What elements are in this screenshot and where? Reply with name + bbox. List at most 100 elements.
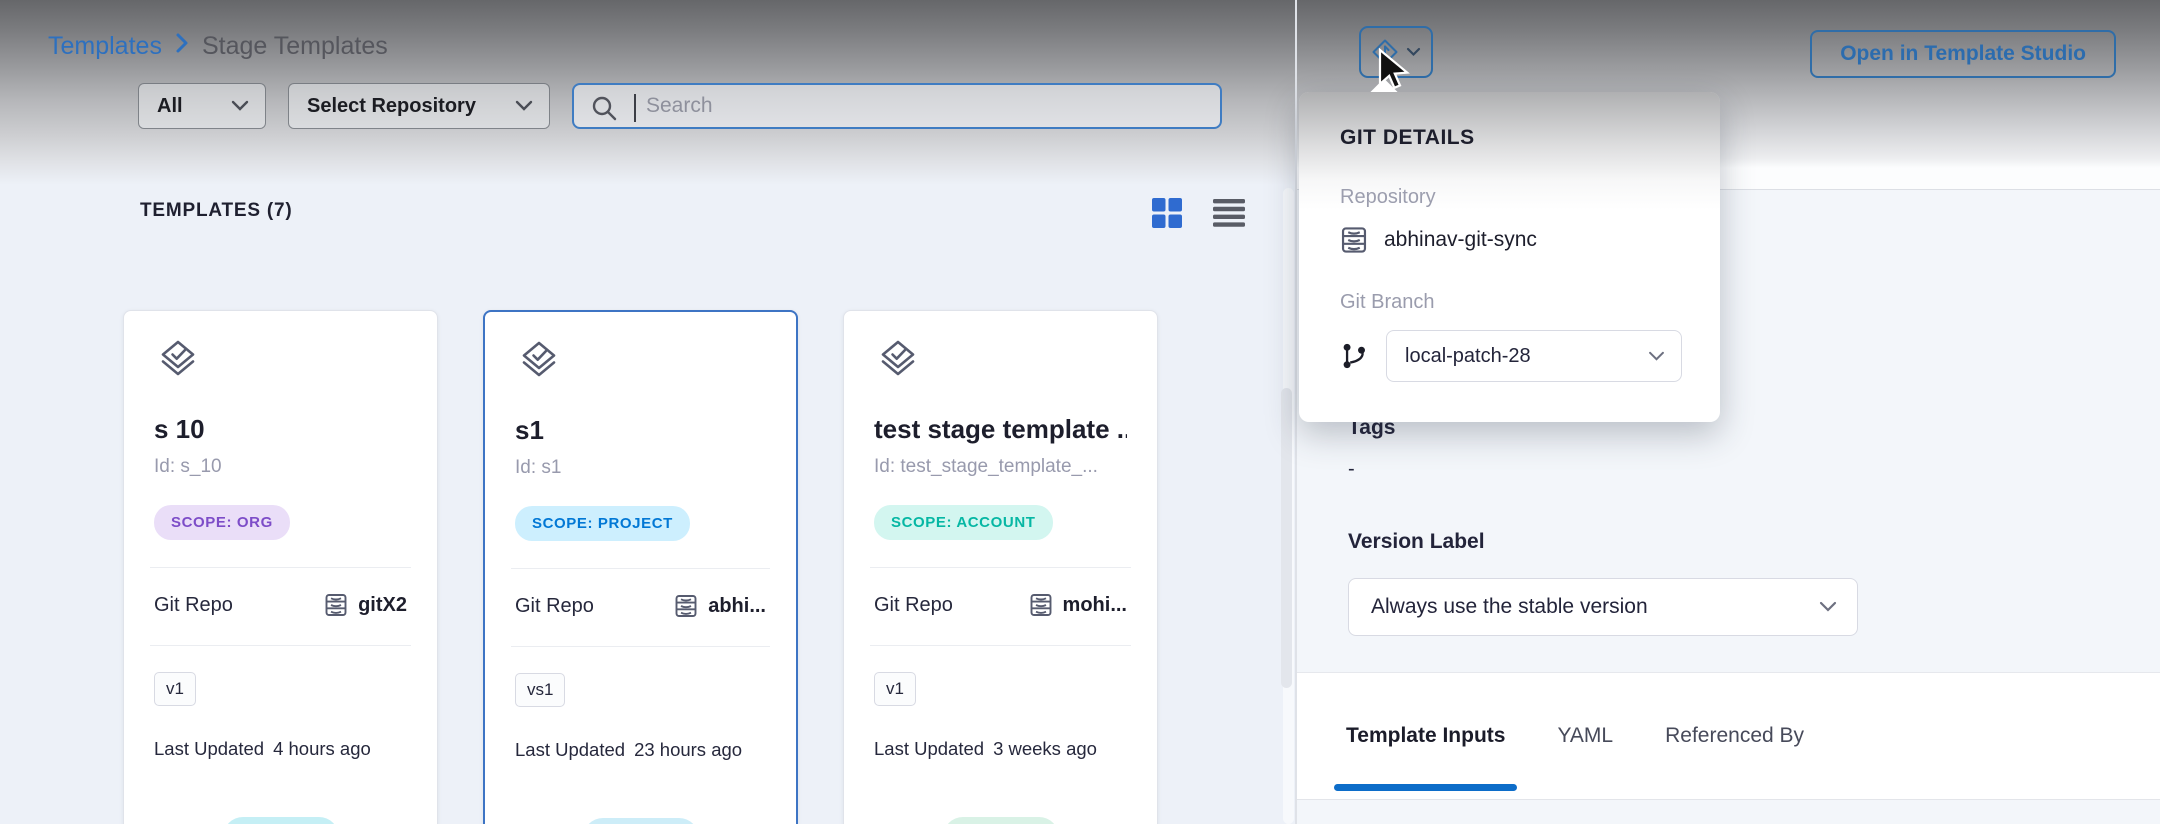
- git-repo-row: Git Repo gitX2: [154, 592, 407, 618]
- version-chip: vs1: [515, 673, 565, 707]
- chevron-down-icon: [231, 100, 249, 112]
- stable-version-pill: [583, 818, 699, 824]
- tab-label: Template Inputs: [1346, 724, 1505, 748]
- version-select[interactable]: Always use the stable version: [1348, 578, 1858, 636]
- repository-filter-dropdown[interactable]: Select Repository: [288, 83, 550, 129]
- last-updated-row: Last Updated 3 weeks ago: [874, 738, 1127, 760]
- templates-list-panel: Templates Stage Templates All Select Rep…: [0, 0, 1296, 824]
- last-updated-value: 3 weeks ago: [993, 738, 1097, 760]
- popover-title: GIT DETAILS: [1340, 126, 1684, 150]
- search-input[interactable]: [574, 85, 1220, 127]
- card-divider: [511, 646, 770, 647]
- open-template-studio-button[interactable]: Open in Template Studio: [1810, 30, 2116, 78]
- grid-view-button[interactable]: [1148, 194, 1186, 232]
- card-divider: [150, 567, 411, 568]
- git-repo-value: gitX2: [358, 594, 407, 617]
- git-branch-row: local-patch-28: [1340, 330, 1684, 382]
- tab-yaml[interactable]: YAML: [1545, 673, 1625, 799]
- repository-row: abhinav-git-sync: [1340, 225, 1684, 255]
- grid-icon: [1150, 196, 1184, 230]
- list-icon: [1212, 198, 1246, 228]
- version-select-value: Always use the stable version: [1371, 595, 1648, 619]
- list-view-button[interactable]: [1210, 194, 1248, 232]
- git-repo-value: mohi...: [1063, 594, 1127, 617]
- stable-version-pill: [943, 817, 1059, 824]
- last-updated-label: Last Updated: [154, 738, 264, 760]
- git-repo-label: Git Repo: [154, 594, 233, 617]
- branch-icon: [1340, 341, 1368, 371]
- card-id: Id: s_10: [154, 456, 407, 478]
- stage-template-icon: [874, 337, 922, 385]
- chevron-down-icon: [515, 100, 533, 112]
- git-details-popover: GIT DETAILS Repository abhinav-git-sync …: [1299, 92, 1720, 422]
- version-chip: v1: [154, 672, 196, 706]
- scope-badge: SCOPE: ORG: [154, 505, 290, 540]
- repo-icon: [324, 592, 348, 618]
- repo-icon: [674, 593, 698, 619]
- repository-filter-value: Select Repository: [307, 95, 476, 118]
- scrollbar-track[interactable]: [1283, 188, 1294, 824]
- templates-count: TEMPLATES (7): [140, 200, 293, 222]
- git-repo-row: Git Repo abhi...: [515, 593, 766, 619]
- card-divider: [870, 645, 1131, 646]
- card-divider: [511, 568, 770, 569]
- search-box: [572, 83, 1222, 129]
- scrollbar-thumb[interactable]: [1281, 388, 1292, 688]
- stage-template-icon: [515, 338, 563, 386]
- card-title: s1: [515, 415, 766, 446]
- last-updated-row: Last Updated 4 hours ago: [154, 738, 407, 760]
- last-updated-row: Last Updated 23 hours ago: [515, 739, 766, 761]
- git-branch-label: Git Branch: [1340, 291, 1684, 314]
- stable-version-pill: [223, 817, 339, 824]
- last-updated-value: 4 hours ago: [273, 738, 371, 760]
- chevron-down-icon: [1406, 47, 1421, 57]
- type-filter-value: All: [157, 95, 183, 118]
- template-card-selected[interactable]: s1 Id: s1 SCOPE: PROJECT Git Repo abhi..…: [483, 310, 798, 824]
- repository-value: abhinav-git-sync: [1384, 228, 1537, 252]
- version-chip: v1: [874, 672, 916, 706]
- git-repo-row: Git Repo mohi...: [874, 592, 1127, 618]
- type-filter-dropdown[interactable]: All: [138, 83, 266, 129]
- scope-badge: SCOPE: ACCOUNT: [874, 505, 1053, 540]
- git-experience-icon: [1371, 38, 1399, 66]
- template-card[interactable]: s 10 Id: s_10 SCOPE: ORG Git Repo gitX2 …: [123, 310, 438, 824]
- tab-label: Referenced By: [1665, 724, 1804, 748]
- version-label-heading: Version Label: [1348, 530, 1485, 554]
- tab-template-inputs[interactable]: Template Inputs: [1334, 673, 1517, 799]
- branch-select-value: local-patch-28: [1405, 345, 1531, 368]
- repo-icon: [1340, 225, 1368, 255]
- card-title: s 10: [154, 414, 407, 445]
- last-updated-label: Last Updated: [874, 738, 984, 760]
- git-repo-value: abhi...: [708, 595, 766, 618]
- active-tab-underline: [1334, 784, 1517, 791]
- last-updated-label: Last Updated: [515, 739, 625, 761]
- scope-badge: SCOPE: PROJECT: [515, 506, 690, 541]
- branch-select[interactable]: local-patch-28: [1386, 330, 1682, 382]
- breadcrumb: Templates Stage Templates: [48, 32, 388, 61]
- card-title: test stage template ...: [874, 414, 1127, 445]
- repo-icon: [1029, 592, 1053, 618]
- card-id: Id: test_stage_template_...: [874, 456, 1127, 478]
- filter-bar: All Select Repository: [138, 83, 1222, 129]
- git-details-button[interactable]: [1359, 26, 1433, 78]
- breadcrumb-templates-link[interactable]: Templates: [48, 32, 162, 61]
- view-toggle: [1148, 194, 1248, 232]
- chevron-down-icon: [1648, 351, 1665, 362]
- breadcrumb-chevron-icon: [174, 32, 190, 61]
- template-card-grid: s 10 Id: s_10 SCOPE: ORG Git Repo gitX2 …: [123, 310, 1158, 824]
- git-repo-label: Git Repo: [515, 595, 594, 618]
- template-card[interactable]: test stage template ... Id: test_stage_t…: [843, 310, 1158, 824]
- tags-value: -: [1348, 458, 1355, 481]
- card-divider: [870, 567, 1131, 568]
- git-repo-label: Git Repo: [874, 594, 953, 617]
- repository-label: Repository: [1340, 186, 1684, 209]
- breadcrumb-current: Stage Templates: [202, 32, 388, 61]
- last-updated-value: 23 hours ago: [634, 739, 742, 761]
- tab-referenced-by[interactable]: Referenced By: [1653, 673, 1816, 799]
- tab-label: YAML: [1557, 724, 1613, 748]
- chevron-down-icon: [1819, 601, 1837, 613]
- stage-template-icon: [154, 337, 202, 385]
- card-divider: [150, 645, 411, 646]
- details-tabs: Template Inputs YAML Referenced By: [1297, 672, 2160, 800]
- card-id: Id: s1: [515, 457, 766, 479]
